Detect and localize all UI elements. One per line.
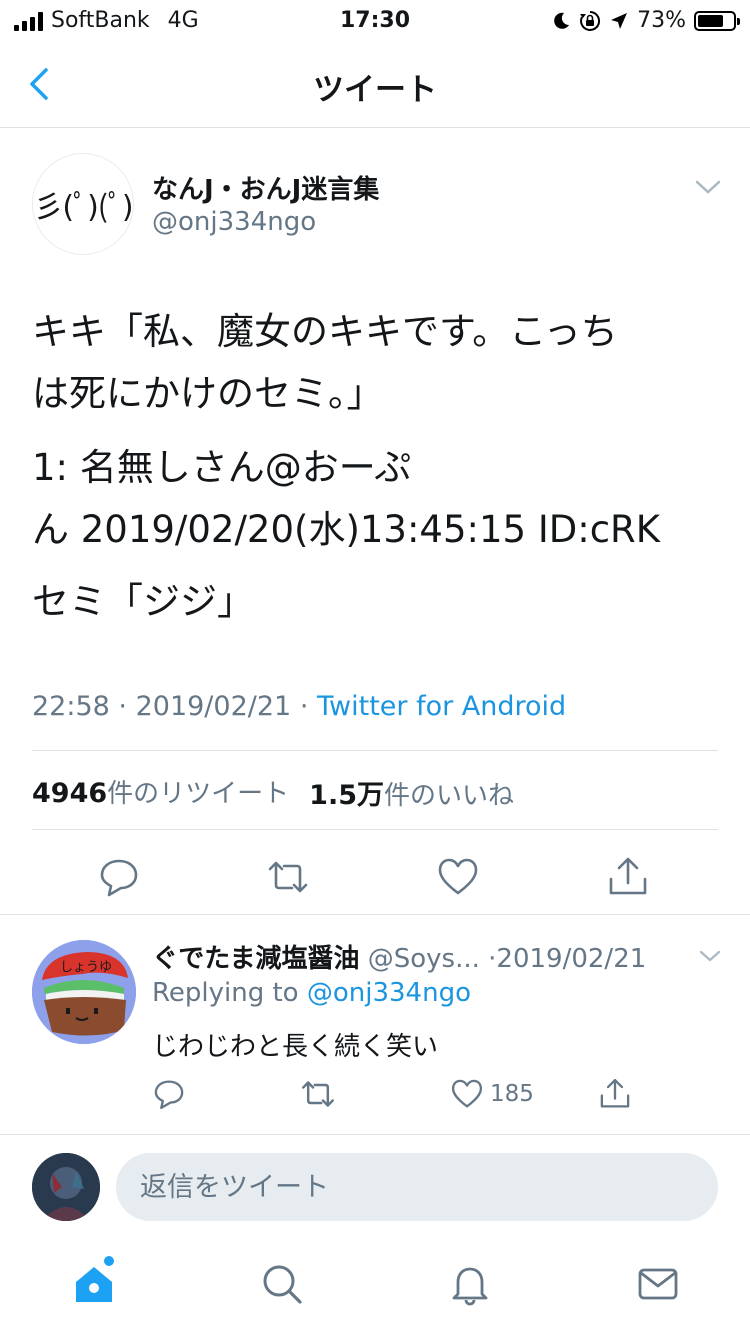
- client-link[interactable]: Twitter for Android: [317, 691, 566, 722]
- location-arrow-icon: [611, 12, 628, 29]
- tweet-text-line: 1: 名無しさん@おーぷ: [32, 446, 412, 489]
- tweet-stats: 4946件のリツイート 1.5万件のいいね: [32, 773, 514, 812]
- replying-to: Replying to @onj334ngo: [152, 978, 471, 1008]
- search-icon[interactable]: [260, 1262, 304, 1306]
- tweet-text-line: セミ「ジジ」: [32, 580, 254, 623]
- reply-author-handle[interactable]: @Soys...: [368, 944, 480, 974]
- reply-input[interactable]: [116, 1153, 718, 1221]
- avatar[interactable]: しょうゆ: [32, 940, 136, 1044]
- tweet-date: 2019/02/21: [135, 691, 292, 722]
- retweet-icon: [302, 1081, 334, 1107]
- avatar-text: 彡(ﾟ)(ﾟ): [33, 190, 133, 225]
- battery-fill: [698, 14, 723, 27]
- retweet-count: 4946: [32, 778, 108, 809]
- battery-percent: 73%: [637, 8, 686, 33]
- reply-header: ぐでたま減塩醤油 @Soys... ·2019/02/21: [152, 938, 646, 975]
- meta-separator: ·: [299, 691, 309, 722]
- meta-separator: ·: [118, 691, 127, 722]
- share-icon: [600, 1078, 630, 1108]
- notifications-icon[interactable]: [448, 1262, 492, 1306]
- like-stat[interactable]: 1.5万件のいいね: [309, 773, 514, 812]
- avatar-image: [32, 1153, 100, 1221]
- status-bar: SoftBank 4G 17:30 73%: [0, 0, 750, 42]
- reply-author-name[interactable]: ぐでたま減塩醤油: [152, 944, 359, 974]
- rotation-lock-icon: [580, 10, 601, 31]
- share-icon[interactable]: [606, 855, 650, 899]
- tweet-text-line: は死にかけのセミ。」: [32, 372, 384, 415]
- avatar-image: しょうゆ: [32, 940, 136, 1044]
- reply-tweet[interactable]: しょうゆ ぐでたま減塩醤油 @Soys... ·2019/02/21 Reply…: [0, 918, 750, 1130]
- tweet-actions: [0, 847, 750, 907]
- retweet-stat[interactable]: 4946件のリツイート: [32, 773, 289, 812]
- status-right: 73%: [551, 8, 740, 33]
- like-icon: [451, 1079, 483, 1108]
- tweet-text-line: ん 2019/02/20(水)13:45:15 ID:cRK: [32, 508, 661, 551]
- tab-bar: [0, 1238, 750, 1334]
- author-name[interactable]: なんJ・おんJ迷言集: [152, 169, 379, 206]
- reply-icon[interactable]: [97, 855, 141, 899]
- like-icon[interactable]: [436, 855, 480, 899]
- reply-reply-button[interactable]: [152, 1076, 186, 1112]
- avatar-lettering: しょうゆ: [60, 960, 112, 975]
- messages-icon[interactable]: [636, 1262, 680, 1306]
- author-handle[interactable]: @onj334ngo: [152, 207, 316, 237]
- tweet-text-line: キキ「私、魔女のキキです。こっち: [32, 310, 618, 353]
- avatar[interactable]: 彡(ﾟ)(ﾟ): [32, 153, 134, 255]
- chevron-down-icon[interactable]: [694, 177, 722, 197]
- replying-prefix: Replying to: [152, 978, 299, 1008]
- compose-bar: [0, 1134, 750, 1238]
- reply-retweet-button[interactable]: [300, 1076, 336, 1112]
- nav-bar: ツイート: [0, 42, 750, 128]
- avatar[interactable]: [32, 1153, 100, 1221]
- reply-date: ·2019/02/21: [488, 944, 647, 974]
- reply-actions: 185: [0, 1076, 750, 1116]
- replying-mention[interactable]: @onj334ngo: [307, 978, 471, 1008]
- new-tweets-dot: [104, 1256, 114, 1266]
- like-label: 件のいいね: [384, 781, 515, 811]
- reply-like-button[interactable]: 185: [450, 1076, 534, 1112]
- page-title: ツイート: [313, 72, 437, 108]
- divider: [32, 750, 718, 751]
- tweet-time: 22:58: [32, 691, 110, 722]
- reply-share-button[interactable]: [598, 1076, 632, 1112]
- chevron-down-icon[interactable]: [698, 948, 722, 964]
- tweet-text: キキ「私、魔女のキキです。こっち は死にかけのセミ。」 1: 名無しさん@おーぷ…: [32, 301, 722, 633]
- divider: [32, 829, 718, 830]
- reply-text: じわじわと長く続く笑い: [152, 1032, 439, 1062]
- retweet-icon[interactable]: [266, 855, 310, 899]
- retweet-label: 件のリツイート: [107, 779, 290, 809]
- like-count: 1.5万: [309, 780, 385, 811]
- moon-icon: [554, 12, 570, 29]
- reply-icon: [154, 1080, 184, 1110]
- reply-like-count: 185: [490, 1081, 534, 1107]
- divider: [0, 914, 750, 915]
- home-icon[interactable]: [72, 1262, 116, 1306]
- tweet-meta: 22:58 · 2019/02/21 · Twitter for Android: [32, 691, 566, 722]
- battery-icon: [694, 10, 740, 31]
